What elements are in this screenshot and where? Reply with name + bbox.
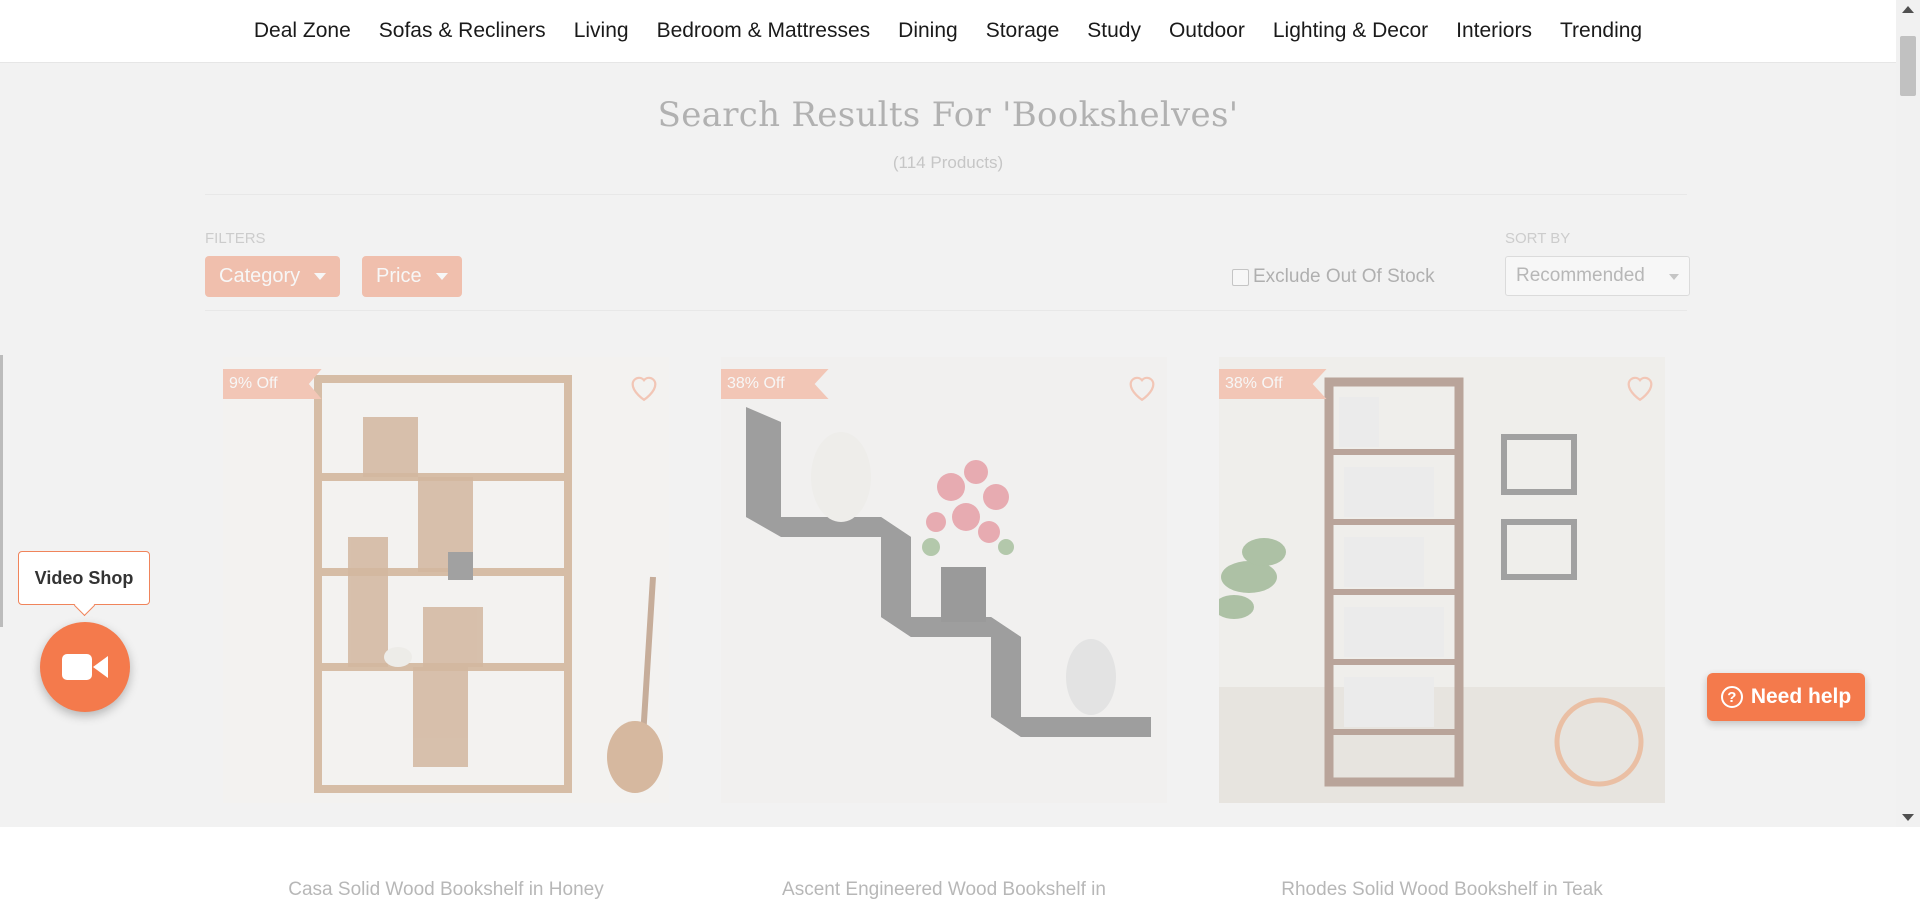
product-image[interactable]: 38% Off [1219, 357, 1665, 803]
need-help-button[interactable]: ? Need help [1707, 673, 1865, 721]
nav-item-dining[interactable]: Dining [884, 19, 972, 43]
product-card[interactable]: 38% Off Rhodes Solid Wood Bookshelf in T… [1219, 357, 1665, 900]
heart-icon[interactable] [1623, 371, 1657, 403]
product-name[interactable]: Ascent Engineered Wood Bookshelf in [721, 879, 1167, 901]
product-card[interactable]: 38% Off Ascent Engineered Wood Bookshelf… [721, 357, 1167, 900]
sort-selected-value: Recommended [1516, 265, 1645, 286]
vertical-scrollbar[interactable] [1896, 0, 1920, 827]
price-filter-button[interactable]: Price [362, 256, 462, 297]
nav-item-sofas-recliners[interactable]: Sofas & Recliners [365, 19, 560, 43]
need-help-label: Need help [1750, 685, 1852, 708]
nav-item-lighting-decor[interactable]: Lighting & Decor [1259, 19, 1442, 43]
wooden-bookshelf-image [223, 357, 669, 803]
sort-by-label: SORT BY [1505, 230, 1571, 247]
heart-icon[interactable] [627, 371, 661, 403]
product-card[interactable]: 9% Off Casa Solid Wood Bookshelf in Hone… [223, 357, 669, 900]
product-image[interactable]: 9% Off [223, 357, 669, 803]
sort-select[interactable]: Recommended [1505, 256, 1690, 296]
nav-item-outdoor[interactable]: Outdoor [1155, 19, 1259, 43]
divider [205, 194, 1687, 195]
exclude-out-of-stock-toggle[interactable]: Exclude Out Of Stock [1232, 266, 1435, 288]
nav-item-deal-zone[interactable]: Deal Zone [240, 19, 365, 43]
chevron-down-icon [435, 273, 448, 280]
product-name[interactable]: Casa Solid Wood Bookshelf in Honey [223, 879, 669, 901]
divider [205, 310, 1687, 311]
scrollbar-thumb[interactable] [1900, 36, 1916, 96]
discount-badge: 38% Off [721, 369, 829, 399]
video-shop-button[interactable] [40, 622, 130, 712]
scroll-down-arrow-icon[interactable] [1902, 814, 1914, 821]
filters-label: FILTERS [205, 230, 266, 247]
discount-badge: 38% Off [1219, 369, 1327, 399]
side-edge-tab[interactable] [0, 355, 3, 627]
category-filter-label: Category [219, 265, 301, 287]
video-shop-tooltip: Video Shop [18, 551, 150, 605]
product-name[interactable]: Rhodes Solid Wood Bookshelf in Teak [1219, 879, 1665, 901]
chevron-down-icon [314, 273, 327, 280]
nav-item-trending[interactable]: Trending [1546, 19, 1656, 43]
scroll-up-arrow-icon[interactable] [1902, 6, 1914, 13]
nav-item-interiors[interactable]: Interiors [1442, 19, 1546, 43]
exclude-out-of-stock-label: Exclude Out Of Stock [1253, 266, 1435, 287]
nav-item-study[interactable]: Study [1073, 19, 1155, 43]
discount-badge: 9% Off [223, 369, 322, 399]
black-wall-shelf-image [721, 357, 1167, 803]
price-filter-label: Price [376, 265, 422, 287]
heart-icon[interactable] [1125, 371, 1159, 403]
exclude-out-of-stock-checkbox[interactable] [1232, 268, 1249, 286]
page-title: Search Results For 'Bookshelves' [657, 95, 1239, 135]
chevron-down-icon [1669, 274, 1679, 280]
product-image[interactable]: 38% Off [721, 357, 1167, 803]
search-results-page: Search Results For 'Bookshelves' (114 Pr… [0, 63, 1896, 900]
nav-item-storage[interactable]: Storage [972, 19, 1074, 43]
video-shop-label: Video Shop [34, 567, 134, 588]
nav-item-living[interactable]: Living [560, 19, 643, 43]
video-camera-icon [62, 654, 108, 680]
tall-wooden-bookshelf-image [1219, 357, 1665, 803]
nav-item-bedroom-mattresses[interactable]: Bedroom & Mattresses [643, 19, 885, 43]
results-count: (114 Products) [892, 153, 1004, 172]
category-filter-button[interactable]: Category [205, 256, 341, 297]
top-navigation: Deal Zone Sofas & Recliners Living Bedro… [0, 0, 1896, 63]
question-circle-icon: ? [1720, 686, 1743, 708]
